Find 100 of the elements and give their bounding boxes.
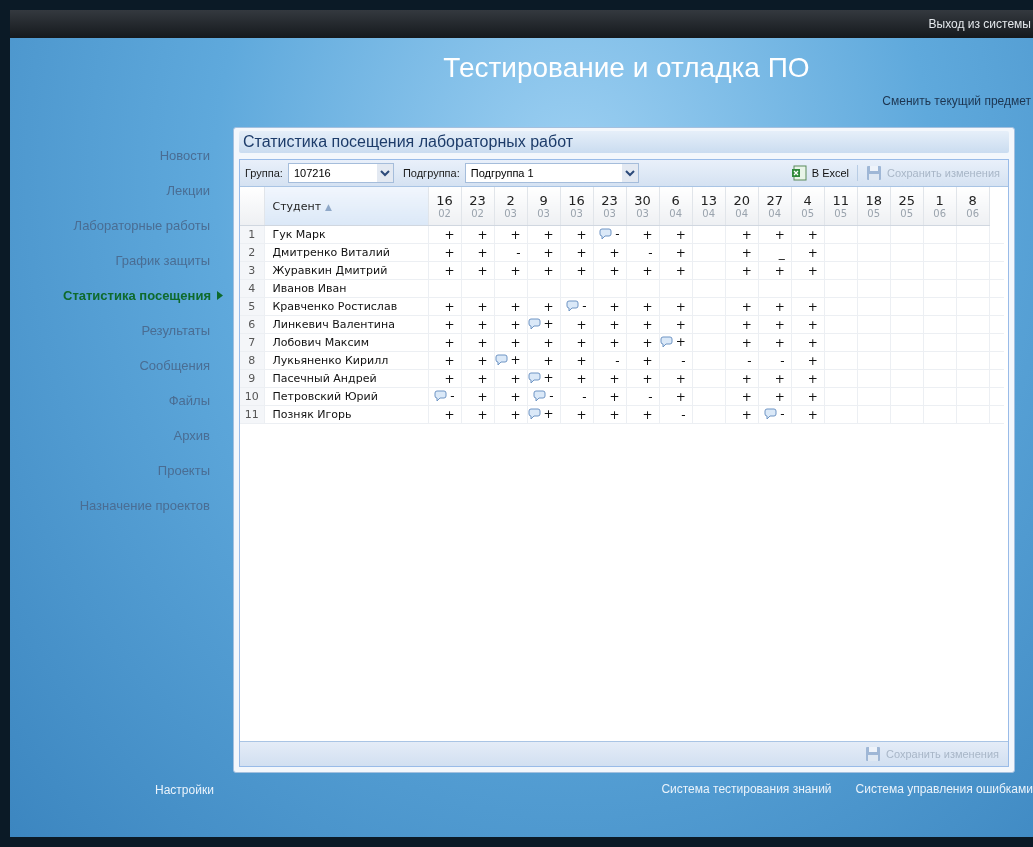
attendance-mark: + — [774, 317, 785, 332]
attendance-mark: + — [477, 245, 488, 260]
footer-link[interactable]: Настройки — [155, 783, 214, 797]
attendance-mark: + — [741, 407, 752, 422]
footer-link[interactable]: Система управления ошибками — [855, 782, 1033, 796]
student-name: Лукьяненко Кирилл — [264, 351, 428, 370]
attendance-mark: + — [576, 263, 587, 278]
column-month: 05 — [800, 208, 816, 219]
arrow-icon — [217, 291, 223, 300]
attendance-mark: + — [543, 370, 554, 385]
student-name: Кравченко Ростислав — [264, 297, 428, 316]
attendance-mark: + — [543, 245, 554, 260]
attendance-mark: + — [543, 299, 554, 314]
column-month: 06 — [932, 208, 948, 219]
attendance-mark: + — [642, 263, 653, 278]
attendance-mark: + — [675, 299, 686, 314]
column-month: 04 — [701, 208, 717, 219]
save-icon — [866, 165, 883, 181]
sidebar-item[interactable]: Сообщения — [139, 348, 223, 383]
save-icon — [865, 746, 882, 762]
column-day: 30 — [626, 193, 659, 208]
attendance-mark: + — [741, 317, 752, 332]
attendance-mark: + — [576, 335, 587, 350]
attendance-mark: + — [477, 227, 488, 242]
sidebar-item[interactable]: Лабораторные работы — [73, 208, 223, 243]
student-name: Лобович Максим — [264, 333, 428, 352]
student-column-header[interactable]: Студент ▲ — [264, 187, 428, 226]
attendance-mark: + — [807, 335, 818, 350]
sidebar-item[interactable]: Результаты — [141, 313, 223, 348]
subgroup-label: Подгруппа: — [402, 167, 460, 179]
student-name: Петровский Юрий — [264, 387, 428, 406]
attendance-mark: + — [642, 335, 653, 350]
column-day: 6 — [659, 193, 692, 208]
attendance-mark: + — [642, 317, 653, 332]
attendance-mark: + — [477, 317, 488, 332]
attendance-mark: + — [444, 335, 455, 350]
attendance-mark: + — [510, 299, 521, 314]
attendance-mark: + — [510, 227, 521, 242]
attendance-mark: + — [477, 389, 488, 404]
attendance-mark: - — [780, 353, 785, 368]
attendance-mark: + — [444, 407, 455, 422]
attendance-mark: + — [543, 263, 554, 278]
column-month: 06 — [965, 208, 981, 219]
attendance-mark: + — [510, 371, 521, 386]
attendance-mark: - — [681, 353, 686, 368]
column-day: 23 — [593, 193, 626, 208]
comment-icon[interactable] — [434, 389, 448, 402]
attendance-mark: + — [444, 263, 455, 278]
comment-icon[interactable] — [566, 299, 580, 312]
attendance-mark: + — [774, 299, 785, 314]
sidebar-item[interactable]: Назначение проектов — [79, 488, 223, 523]
column-month: 05 — [866, 208, 882, 219]
group-dropdown[interactable]: 107216 — [287, 163, 394, 183]
column-day: 25 — [890, 193, 923, 208]
attendance-mark: - — [516, 245, 521, 260]
sidebar-item[interactable]: График защиты — [115, 243, 223, 278]
comment-icon[interactable] — [764, 407, 778, 420]
attendance-mark: + — [675, 371, 686, 386]
comment-icon[interactable] — [659, 335, 673, 348]
attendance-mark: + — [477, 371, 488, 386]
comment-icon[interactable] — [527, 317, 541, 330]
attendance-mark: + — [642, 371, 653, 386]
attendance-mark: + — [675, 227, 686, 242]
attendance-mark: + — [741, 263, 752, 278]
comment-icon[interactable] — [533, 389, 547, 402]
comment-icon[interactable] — [527, 407, 541, 420]
change-subject-link[interactable]: Сменить текущий предмет — [882, 94, 1031, 108]
comment-icon[interactable] — [494, 353, 508, 366]
sidebar-item[interactable]: Статистика посещения — [63, 278, 223, 313]
excel-button[interactable]: В Excel — [787, 162, 853, 184]
attendance-mark: + — [741, 335, 752, 350]
footer-link[interactable]: Система тестирования знаний — [661, 782, 832, 796]
attendance-mark: + — [807, 371, 818, 386]
attendance-mark: + — [807, 227, 818, 242]
attendance-mark: + — [807, 245, 818, 260]
subgroup-dropdown[interactable]: Подгруппа 1 — [464, 163, 639, 183]
logout-link[interactable]: Выход из системы — [928, 17, 1031, 31]
attendance-mark: + — [609, 263, 620, 278]
student-name: Иванов Иван — [264, 279, 428, 298]
sidebar-item[interactable]: Лекции — [166, 173, 223, 208]
spreadsheet-icon — [790, 165, 807, 181]
column-day: 13 — [692, 193, 725, 208]
attendance-mark: + — [609, 299, 620, 314]
attendance-mark: - — [615, 226, 620, 241]
panel-title: Статистика посещения лабораторных работ — [239, 131, 1009, 153]
sort-indicator: ▲ — [325, 201, 332, 212]
attendance-mark: + — [642, 227, 653, 242]
sidebar-item[interactable]: Проекты — [157, 453, 223, 488]
attendance-mark: + — [642, 299, 653, 314]
attendance-mark: + — [576, 245, 587, 260]
student-name: Позняк Игорь — [264, 405, 428, 424]
dropdown-icon — [621, 164, 638, 182]
sidebar-item[interactable]: Новости — [159, 138, 223, 173]
attendance-mark: + — [576, 317, 587, 332]
comment-icon[interactable] — [599, 227, 613, 240]
comment-icon[interactable] — [527, 371, 541, 384]
sidebar-item[interactable]: Архив — [173, 418, 223, 453]
attendance-mark: + — [609, 335, 620, 350]
sidebar-item[interactable]: Файлы — [168, 383, 223, 418]
column-day: 2 — [494, 193, 527, 208]
